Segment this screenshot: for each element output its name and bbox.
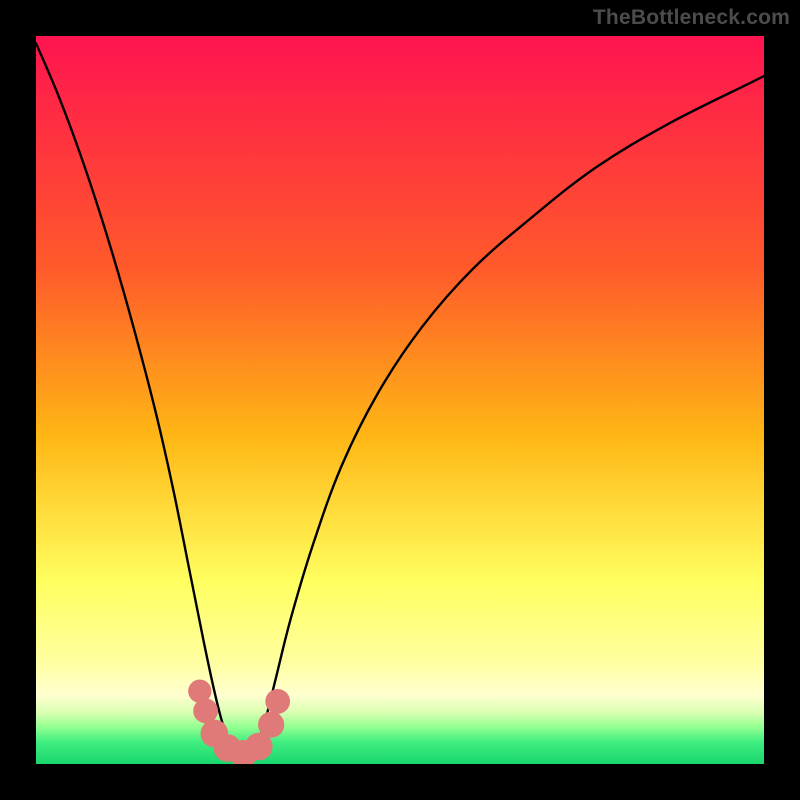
plot-area	[36, 36, 764, 764]
plot-background	[36, 36, 764, 764]
data-marker	[193, 698, 218, 723]
data-marker	[258, 712, 284, 738]
data-marker	[265, 689, 290, 714]
chart-svg	[36, 36, 764, 764]
branding-label: TheBottleneck.com	[593, 6, 790, 30]
chart-frame: TheBottleneck.com	[0, 0, 800, 800]
